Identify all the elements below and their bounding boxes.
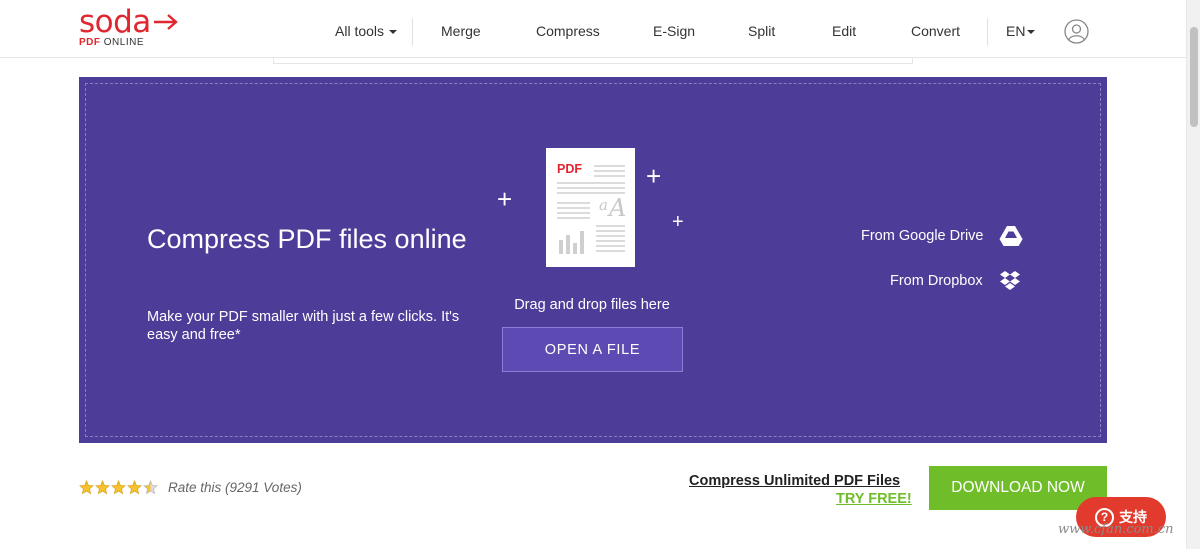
star-full-icon[interactable]	[95, 480, 110, 495]
star-full-icon[interactable]	[111, 480, 126, 495]
open-file-button[interactable]: OPEN A FILE	[502, 327, 683, 372]
google-drive-label: From Google Drive	[861, 228, 984, 244]
logo-sub-pdf: PDF	[79, 37, 101, 48]
doc-italic-letter: a	[599, 196, 608, 214]
caret-down-icon	[389, 30, 398, 35]
try-free-link[interactable]: TRY FREE!	[836, 491, 912, 507]
nav-divider	[987, 18, 988, 46]
user-circle-icon[interactable]	[1064, 19, 1089, 44]
google-drive-link[interactable]: From Google Drive	[861, 225, 1023, 247]
nav-compress[interactable]: Compress	[536, 23, 600, 39]
drag-drop-hint: Drag and drop files here	[514, 297, 670, 313]
dropbox-link[interactable]: From Dropbox	[890, 270, 1021, 292]
nav-merge[interactable]: Merge	[441, 23, 481, 39]
language-selector[interactable]: EN	[1006, 23, 1036, 39]
nav-divider	[412, 18, 413, 46]
star-full-icon[interactable]	[127, 480, 142, 495]
search-bar-edge	[273, 58, 913, 64]
scrollbar-thumb[interactable]	[1190, 27, 1198, 127]
site-watermark: www.cfan.com.cn	[1058, 522, 1174, 537]
caret-down-icon	[1027, 30, 1036, 35]
star-half-icon[interactable]	[143, 480, 158, 495]
logo-arrow-icon	[153, 14, 178, 30]
nav-convert[interactable]: Convert	[911, 23, 960, 39]
compress-unlimited-link[interactable]: Compress Unlimited PDF Files	[689, 473, 900, 489]
soda-pdf-logo[interactable]: soda PDF ONLINE	[79, 6, 179, 48]
plus-decoration-icon: +	[646, 161, 662, 191]
logo-sub-online: ONLINE	[100, 37, 145, 48]
nav-all-tools[interactable]: All tools	[335, 23, 398, 39]
upload-panel[interactable]: Compress PDF files online Make your PDF …	[79, 77, 1107, 443]
page-scrollbar[interactable]	[1186, 0, 1200, 549]
star-full-icon[interactable]	[79, 480, 94, 495]
nav-split[interactable]: Split	[748, 23, 775, 39]
logo-word: soda	[79, 4, 151, 40]
dropbox-label: From Dropbox	[890, 273, 983, 289]
google-drive-icon	[999, 226, 1023, 246]
plus-decoration-icon: +	[497, 184, 513, 214]
page-description: Make your PDF smaller with just a few cl…	[147, 309, 460, 343]
dropbox-icon	[999, 271, 1020, 290]
doc-big-letter: A	[609, 194, 627, 222]
page-title: Compress PDF files online	[147, 224, 467, 254]
rating-stars[interactable]	[79, 480, 159, 495]
top-navigation-bar: soda PDF ONLINE All tools Merge Compress…	[0, 0, 1186, 58]
nav-edit[interactable]: Edit	[832, 23, 856, 39]
plus-decoration-icon: +	[672, 211, 684, 233]
nav-esign[interactable]: E-Sign	[653, 23, 695, 39]
pdf-document-illustration: PDF a A	[546, 148, 635, 267]
rating-votes-text: Rate this (9291 Votes)	[168, 480, 302, 495]
